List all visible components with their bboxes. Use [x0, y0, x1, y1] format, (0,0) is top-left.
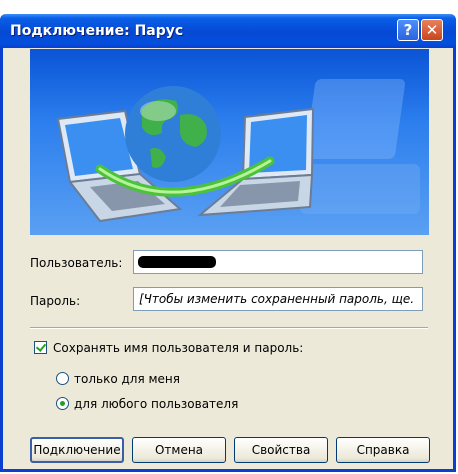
help-button[interactable]: Справка	[336, 437, 430, 463]
connection-banner	[30, 49, 429, 235]
password-input[interactable]: [Чтобы изменить сохраненный пароль, ще.	[133, 287, 423, 311]
save-credentials-checkbox[interactable]	[34, 341, 47, 354]
separator	[30, 327, 428, 329]
properties-button[interactable]: Свойства	[234, 437, 328, 463]
username-input[interactable]	[133, 250, 423, 274]
help-title-button[interactable]: ?	[397, 19, 419, 41]
connect-button[interactable]: Подключение	[30, 437, 124, 463]
cancel-button[interactable]: Отмена	[132, 437, 226, 463]
radio-any-user-label: для любого пользователя	[74, 397, 239, 411]
password-label: Пароль:	[30, 294, 81, 308]
radio-only-me-label: только для меня	[74, 372, 180, 386]
window-title: Подключение: Парус	[10, 23, 184, 39]
radio-only-me[interactable]	[56, 372, 69, 385]
network-illustration	[56, 79, 420, 223]
close-button[interactable]: ✕	[421, 19, 443, 41]
save-credentials-label: Сохранять имя пользователя и пароль:	[53, 341, 304, 355]
redacted-username	[138, 256, 216, 268]
password-value: [Чтобы изменить сохраненный пароль, ще.	[139, 292, 415, 306]
radio-any-user[interactable]	[56, 397, 69, 410]
title-bar[interactable]: Подключение: Парус ? ✕	[0, 14, 456, 48]
user-label: Пользователь:	[30, 256, 123, 270]
globe-icon	[125, 86, 221, 182]
